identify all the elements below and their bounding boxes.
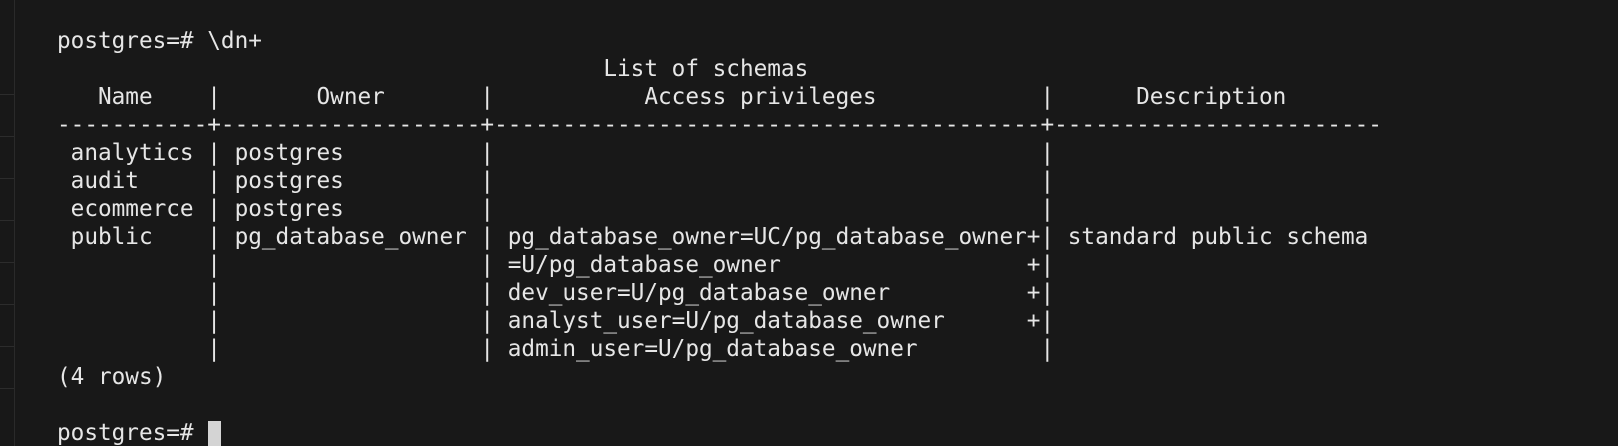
command-text: \dn+ xyxy=(207,28,262,54)
table-row: ecommerce | postgres | | xyxy=(57,196,1068,222)
gutter-divider xyxy=(0,304,14,305)
gutter-divider xyxy=(0,178,14,179)
table-row: | | admin_user=U/pg_database_owner | xyxy=(57,336,1068,362)
gutter-divider xyxy=(0,388,14,389)
side-gutter xyxy=(0,0,15,446)
table-row: audit | postgres | | xyxy=(57,168,1068,194)
prompt: postgres=# xyxy=(57,420,208,446)
table-row: | | analyst_user=U/pg_database_owner +| xyxy=(57,308,1068,334)
table-row: analytics | postgres | | xyxy=(57,140,1068,166)
gutter-divider xyxy=(0,262,14,263)
gutter-divider xyxy=(0,94,14,95)
table-separator-row: -----------+-------------------+--------… xyxy=(57,112,1382,138)
table-row: | | =U/pg_database_owner +| xyxy=(57,252,1068,278)
prompt: postgres=# xyxy=(57,28,208,54)
command-line: postgres=# \dn+ xyxy=(57,27,1618,55)
row-count: (4 rows) xyxy=(57,364,167,390)
table-header-row: Name | Owner | Access privileges | Descr… xyxy=(57,84,1382,110)
table-row: public | pg_database_owner | pg_database… xyxy=(57,224,1369,250)
input-line[interactable]: postgres=# xyxy=(57,419,1618,446)
table-title: List of schemas xyxy=(57,56,809,82)
gutter-divider xyxy=(0,136,14,137)
gutter-divider xyxy=(0,346,14,347)
gutter-divider xyxy=(0,220,14,221)
terminal-output: postgres=# \dn+ List of schemas Name | O… xyxy=(57,27,1618,446)
table-row: | | dev_user=U/pg_database_owner +| xyxy=(57,280,1068,306)
text-cursor[interactable] xyxy=(208,421,222,446)
terminal-window[interactable]: postgres=# \dn+ List of schemas Name | O… xyxy=(0,0,1618,446)
